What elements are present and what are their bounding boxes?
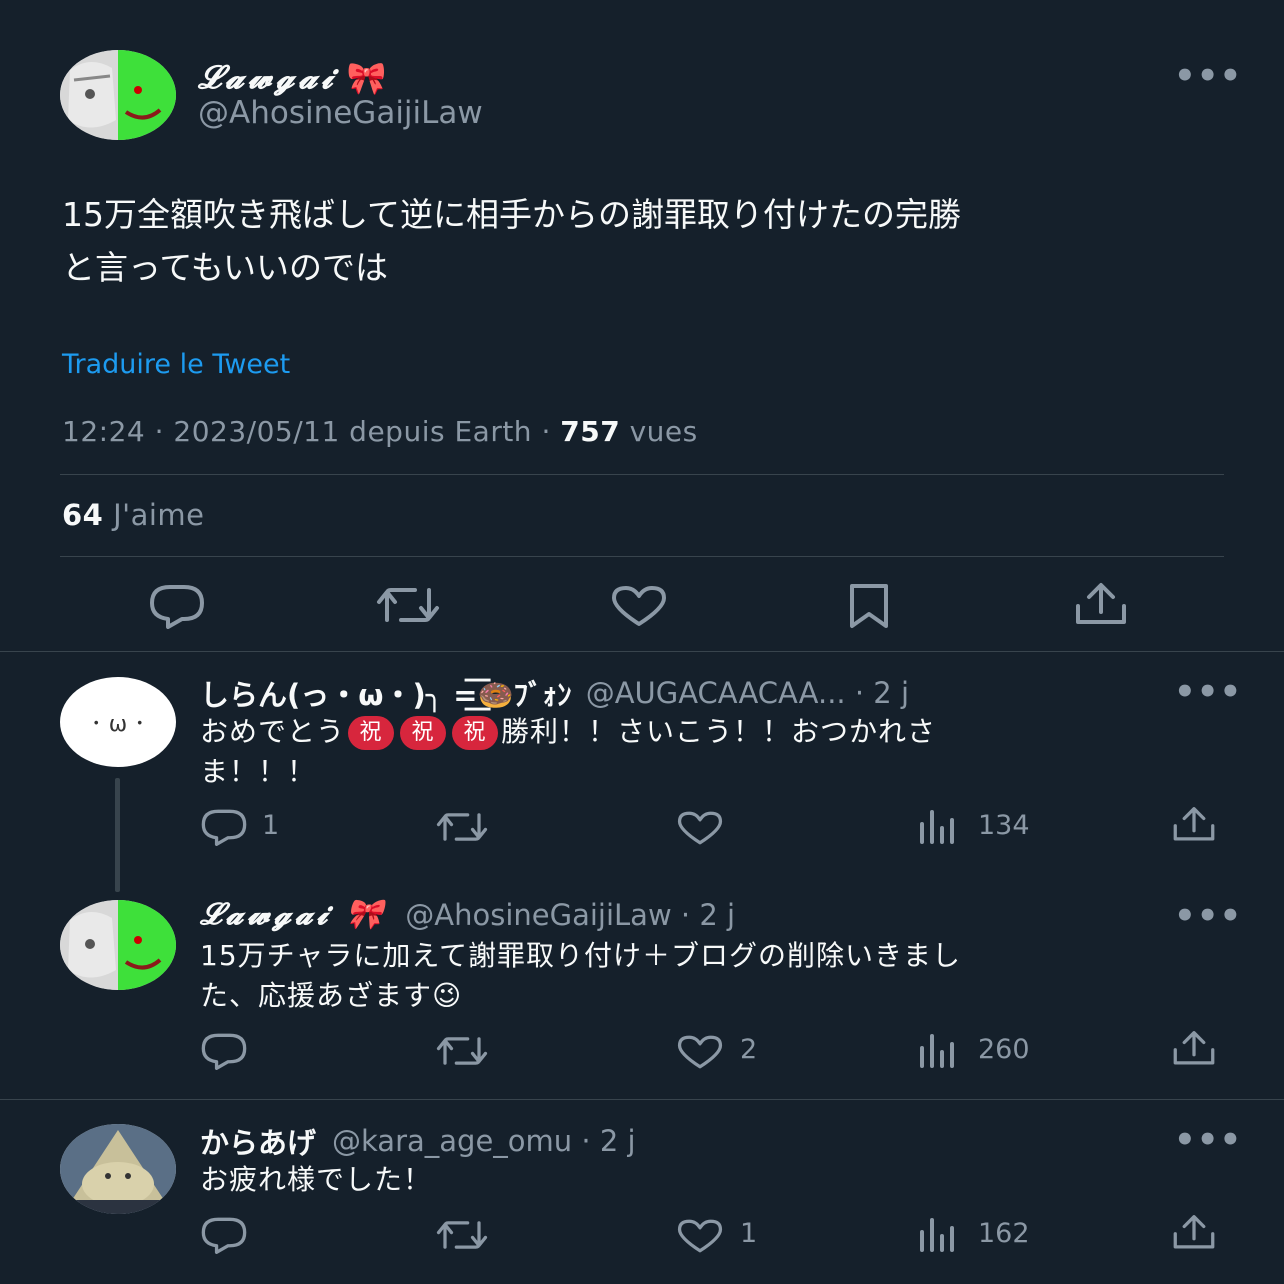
likes-label: J'aime [103, 498, 205, 532]
reply-author-name[interactable]: 𝓛𝓪𝔀𝓰𝓪𝓲 🎀 [200, 897, 387, 932]
reply-text-part: おめでとう [200, 715, 346, 748]
tweet-text-line: と言ってもいいのでは [62, 248, 389, 287]
celebration-emoji: 祝 [452, 716, 499, 750]
like-icon[interactable] [676, 1034, 724, 1070]
author-avatar[interactable] [60, 50, 176, 140]
reply-avatar[interactable]: ･ ω ･ [60, 677, 176, 767]
share-icon[interactable] [1172, 806, 1216, 844]
retweet-icon[interactable] [435, 1218, 489, 1252]
reply-text-part: た、応援あざます😉 [200, 979, 463, 1012]
views-icon[interactable] [918, 1034, 958, 1068]
more-options-icon[interactable]: ••• [1174, 56, 1242, 96]
retweet-icon[interactable] [435, 810, 489, 844]
share-icon[interactable] [1172, 1030, 1216, 1068]
divider [0, 651, 1284, 652]
like-count: 2 [740, 1034, 758, 1065]
reply-text-part: 勝利！！さいこう！！おつかれさ [501, 715, 937, 748]
share-icon[interactable] [1074, 582, 1128, 628]
reply-icon[interactable] [200, 808, 248, 846]
views-label: vues [620, 415, 698, 448]
reply-avatar[interactable] [60, 900, 176, 990]
like-count: 1 [740, 1218, 758, 1249]
divider [0, 1099, 1284, 1100]
reply-icon[interactable] [148, 583, 206, 629]
tweet-text-line: 15万全額吹き飛ばして逆に相手からの謝罪取り付けたの完勝 [62, 195, 962, 234]
tweet-timestamp[interactable]: 12:24 · 2023/05/11 depuis Earth · [62, 415, 560, 448]
more-options-icon[interactable]: ••• [1174, 672, 1242, 712]
more-options-icon[interactable]: ••• [1174, 896, 1242, 936]
reply-author-handle[interactable]: @AUGACAACAA... · 2 j [586, 676, 909, 710]
reply-text: お疲れ様でした！ [200, 1163, 433, 1196]
likes-summary[interactable]: 64 J'aime [62, 498, 205, 532]
divider [60, 556, 1224, 557]
author-handle[interactable]: @AhosineGaijiLaw [198, 95, 483, 131]
retweet-icon[interactable] [375, 584, 441, 626]
bookmark-icon[interactable] [846, 582, 892, 630]
tweet-text: 15万全額吹き飛ばして逆に相手からの謝罪取り付けたの完勝 と言ってもいいのでは [62, 188, 1232, 294]
like-icon[interactable] [610, 584, 668, 628]
more-options-icon[interactable]: ••• [1174, 1120, 1242, 1160]
reply-text-part: ま！！！ [200, 755, 317, 788]
reply-text: おめでとう祝祝祝勝利！！さいこう！！おつかれさ ま！！！ [200, 712, 1160, 792]
views-icon[interactable] [918, 810, 958, 844]
reply-author-handle[interactable]: @AhosineGaijiLaw · 2 j [405, 898, 735, 932]
reply-avatar[interactable] [60, 1124, 176, 1214]
reply-icon[interactable] [200, 1216, 248, 1254]
tweet-meta: 12:24 · 2023/05/11 depuis Earth · 757 vu… [62, 415, 698, 448]
avatar-face: ･ ω ･ [90, 712, 146, 737]
reply-author-handle[interactable]: @kara_age_omu · 2 j [332, 1124, 636, 1158]
reply-count: 1 [262, 810, 280, 841]
reply-text-part: 15万チャラに加えて謝罪取り付け＋ブログの削除いきまし [200, 939, 961, 972]
reply-author-name[interactable]: しらん(っ・ω・)╮ =͟͟͞͞🍩ﾌﾞｫﾝ [200, 672, 572, 714]
translate-link[interactable]: Traduire le Tweet [62, 349, 290, 380]
like-icon[interactable] [676, 1218, 724, 1254]
views-count: 134 [978, 810, 1030, 841]
views-icon[interactable] [918, 1218, 958, 1252]
views-count: 162 [978, 1218, 1030, 1249]
divider [60, 474, 1224, 475]
reply-text: 15万チャラに加えて謝罪取り付け＋ブログの削除いきまし た、応援あざます😉 [200, 936, 1160, 1016]
views-count: 260 [978, 1034, 1030, 1065]
reply-icon[interactable] [200, 1032, 248, 1070]
share-icon[interactable] [1172, 1214, 1216, 1252]
views-count: 757 [560, 415, 621, 448]
reply-author-name[interactable]: からあげ [200, 1120, 316, 1162]
likes-count: 64 [62, 498, 104, 532]
like-icon[interactable] [676, 810, 724, 846]
author-name[interactable]: 𝓛𝓪𝔀𝓰𝓪𝓲 [198, 58, 337, 97]
celebration-emoji: 祝 [348, 716, 395, 750]
ribbon-emoji: 🎀 [346, 58, 387, 97]
retweet-icon[interactable] [435, 1034, 489, 1068]
celebration-emoji: 祝 [400, 716, 447, 750]
thread-line [115, 778, 120, 892]
